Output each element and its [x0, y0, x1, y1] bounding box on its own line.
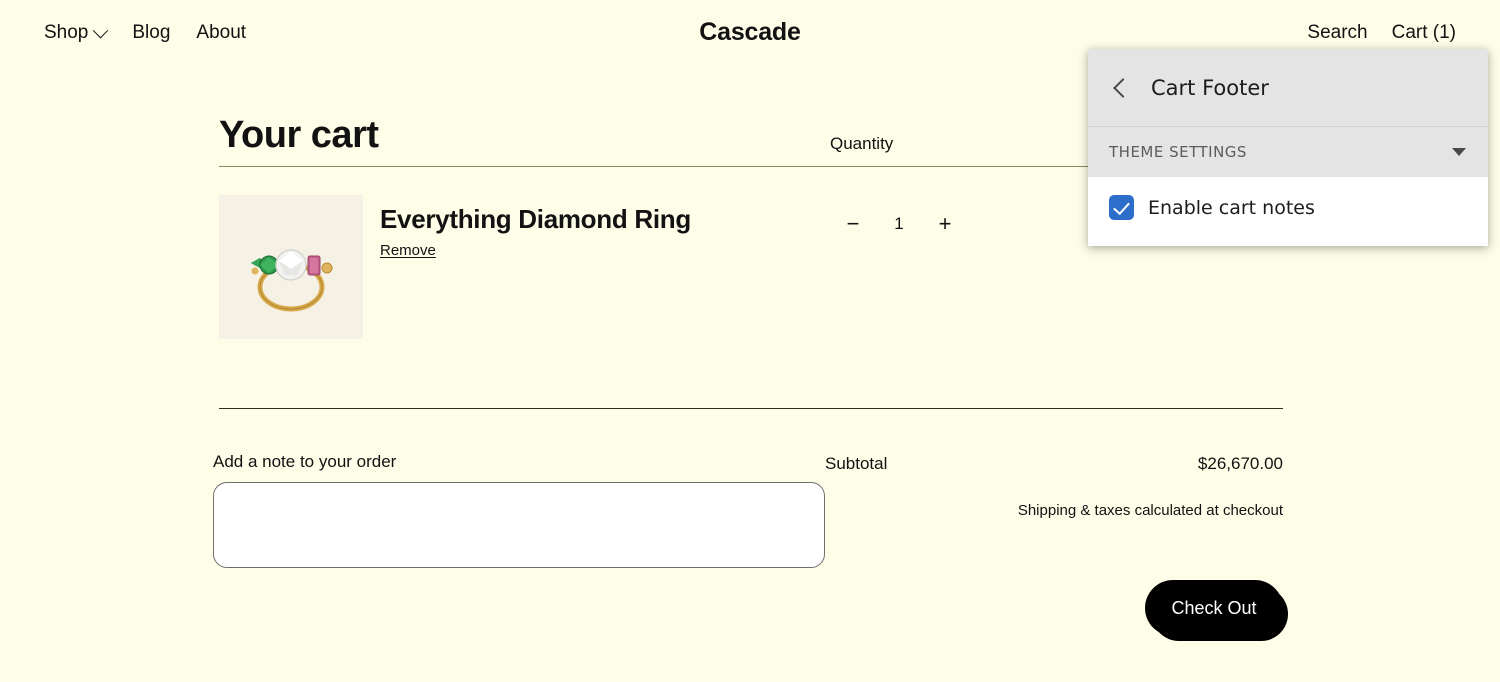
panel-title: Cart Footer — [1151, 75, 1269, 100]
enable-cart-notes-label: Enable cart notes — [1148, 196, 1315, 219]
checkout-button-wrap: Check Out — [1145, 580, 1283, 636]
cart-note-input[interactable] — [213, 482, 825, 568]
diamond-ring-image — [219, 195, 363, 339]
subtotal-value: $26,670.00 — [1197, 454, 1283, 473]
site-title[interactable]: Cascade — [0, 18, 1500, 47]
panel-body: Enable cart notes — [1088, 177, 1488, 246]
cart-note-block: Add a note to your order — [213, 452, 825, 568]
theme-editor-panel: Cart Footer THEME SETTINGS Enable cart n… — [1088, 49, 1488, 246]
enable-cart-notes-checkbox[interactable] — [1109, 195, 1134, 220]
product-title[interactable]: Everything Diamond Ring — [380, 204, 830, 235]
tax-shipping-note: Shipping & taxes calculated at checkout — [1017, 502, 1283, 519]
cart-totals: Subtotal $26,670.00 Shipping & taxes cal… — [825, 452, 1283, 636]
quantity-increase-button[interactable]: + — [922, 209, 968, 239]
cart-item-details: Everything Diamond Ring Remove — [380, 195, 830, 260]
remove-item-link[interactable]: Remove — [380, 242, 436, 259]
cart-divider — [219, 408, 1283, 409]
subtotal-label: Subtotal — [825, 454, 888, 473]
quantity-stepper: − 1 + — [830, 195, 1060, 239]
cart-item-media — [219, 195, 380, 339]
cart-note-label: Add a note to your order — [213, 452, 397, 471]
column-header-quantity: Quantity — [830, 134, 894, 153]
cart-link[interactable]: Cart (1) — [1392, 22, 1456, 44]
chevron-left-icon[interactable] — [1108, 75, 1134, 101]
page-title: Your cart — [219, 114, 379, 156]
theme-settings-label: THEME SETTINGS — [1109, 143, 1247, 161]
panel-header: Cart Footer — [1088, 49, 1488, 127]
subtotal-row: Subtotal $26,670.00 — [825, 454, 1283, 474]
cart-footer: Add a note to your order Subtotal $26,67… — [213, 452, 1283, 636]
checkout-button[interactable]: Check Out — [1145, 580, 1283, 636]
theme-settings-section-toggle[interactable]: THEME SETTINGS — [1088, 127, 1488, 177]
search-link[interactable]: Search — [1307, 22, 1367, 44]
caret-down-icon — [1452, 148, 1466, 156]
quantity-value[interactable]: 1 — [876, 209, 922, 239]
utility-navigation: Search Cart (1) — [1307, 22, 1456, 44]
quantity-decrease-button[interactable]: − — [830, 209, 876, 239]
setting-enable-cart-notes[interactable]: Enable cart notes — [1109, 195, 1467, 220]
product-thumbnail[interactable] — [219, 195, 363, 339]
